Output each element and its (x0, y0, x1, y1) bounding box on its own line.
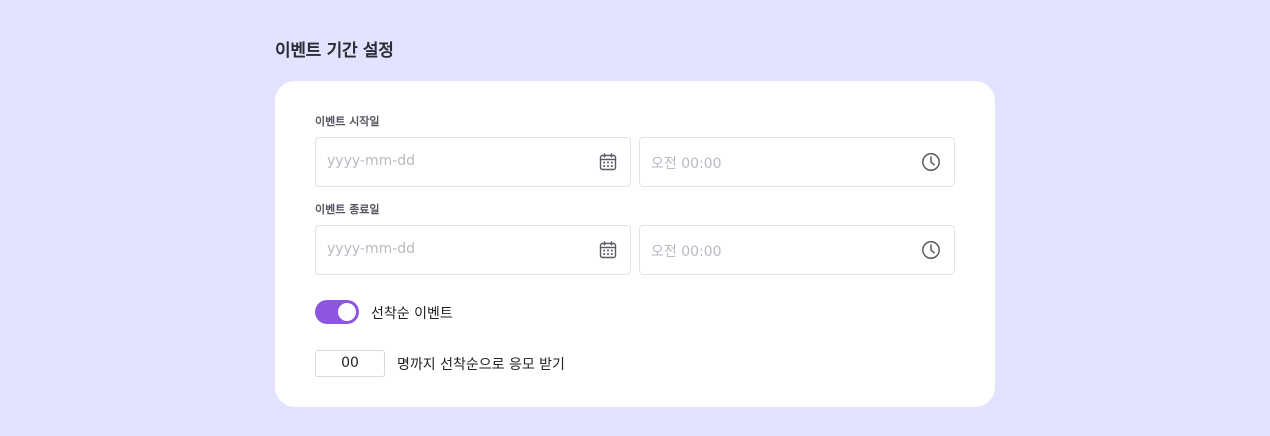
limit-count-input[interactable]: 00 (315, 350, 385, 377)
clock-icon[interactable] (921, 240, 941, 260)
end-date-input[interactable]: yyyy-mm-dd (315, 225, 631, 275)
start-time-placeholder: 오전 00:00 (651, 156, 722, 172)
start-date-placeholder: yyyy-mm-dd (327, 153, 416, 169)
start-label: 이벤트 시작일 (315, 115, 380, 128)
clock-icon[interactable] (921, 152, 941, 172)
page-title: 이벤트 기간 설정 (275, 41, 394, 61)
first-come-label: 선착순 이벤트 (371, 306, 453, 322)
end-date-placeholder: yyyy-mm-dd (327, 241, 416, 257)
end-time-input[interactable]: 오전 00:00 (639, 225, 955, 275)
calendar-icon[interactable] (598, 240, 618, 260)
event-period-card: 이벤트 시작일 yyyy-mm-dd 오전 00:00 이벤트 종료일 yyyy… (275, 81, 995, 407)
limit-count-label: 명까지 선착순으로 응모 받기 (397, 357, 565, 373)
end-time-placeholder: 오전 00:00 (651, 244, 722, 260)
first-come-toggle[interactable] (315, 300, 359, 324)
calendar-icon[interactable] (598, 152, 618, 172)
start-time-input[interactable]: 오전 00:00 (639, 137, 955, 187)
toggle-knob (338, 303, 356, 321)
end-label: 이벤트 종료일 (315, 203, 380, 216)
start-date-input[interactable]: yyyy-mm-dd (315, 137, 631, 187)
